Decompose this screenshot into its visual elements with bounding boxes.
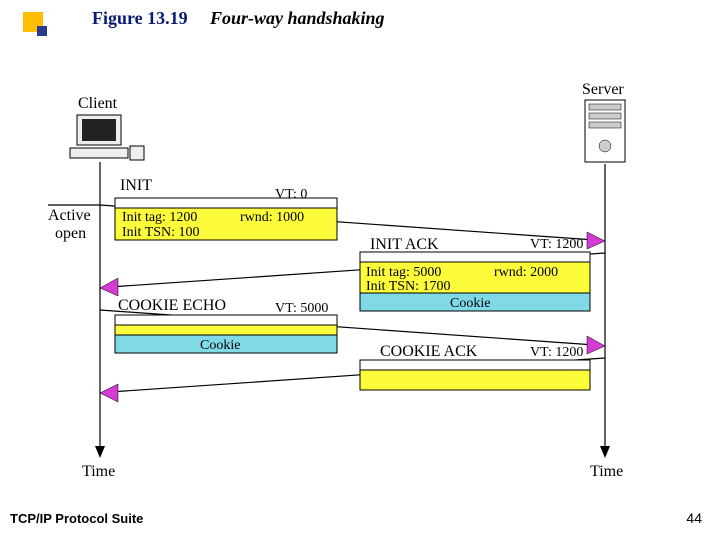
m1-rwnd: rwnd: 1000 xyxy=(240,210,304,225)
figure-title: Four-way handshaking xyxy=(210,8,385,29)
m1-init-tsn: Init TSN: 100 xyxy=(122,225,200,240)
client-label: Client xyxy=(78,95,118,112)
m1-name: INIT xyxy=(120,177,152,194)
page-number: 44 xyxy=(686,510,702,526)
m2-init-tag: Init tag: 5000 xyxy=(366,265,441,280)
m1-init-tag: Init tag: 1200 xyxy=(122,210,197,225)
figure-number: Figure 13.19 xyxy=(92,8,188,29)
footer: TCP/IP Protocol Suite xyxy=(10,511,143,526)
active-open-label: Active open xyxy=(48,207,95,242)
m2-rwnd: rwnd: 2000 xyxy=(494,265,558,280)
m3-cookie: Cookie xyxy=(200,338,240,353)
m2-cookie: Cookie xyxy=(450,296,490,311)
server-label: Server xyxy=(582,81,624,98)
diagram: Client Server Time Time Active open INIT… xyxy=(0,60,720,530)
m2-name: INIT ACK xyxy=(370,236,439,253)
m2-vt: VT: 1200 xyxy=(530,237,583,252)
m2-init-tsn: Init TSN: 1700 xyxy=(366,279,451,294)
m3-name: COOKIE ECHO xyxy=(118,297,226,314)
client-icon xyxy=(70,115,144,160)
m3-vt: VT: 5000 xyxy=(275,301,328,316)
bullet-icon xyxy=(23,12,57,46)
m4-vt: VT: 1200 xyxy=(530,345,583,360)
m4-name: COOKIE ACK xyxy=(380,343,478,360)
time-right: Time xyxy=(590,463,623,480)
time-left: Time xyxy=(82,463,115,480)
server-icon xyxy=(585,100,625,162)
